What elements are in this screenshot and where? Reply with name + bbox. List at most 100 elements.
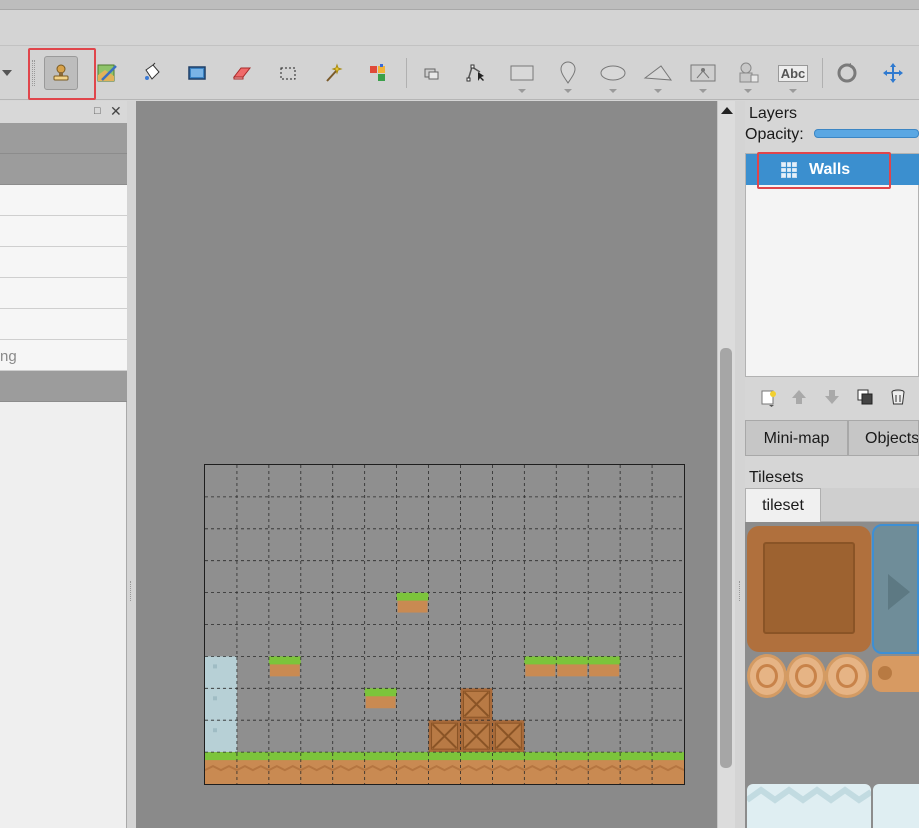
edit-polygons-button[interactable] (459, 56, 493, 90)
map-tile-ground[interactable] (300, 752, 334, 784)
splitter-grip (739, 581, 741, 601)
map-tile-ground[interactable] (555, 752, 589, 784)
map-tile-ice[interactable] (205, 720, 237, 753)
map-tile-ground[interactable] (523, 752, 557, 784)
map-tile-grass[interactable] (364, 688, 397, 709)
tile-ice[interactable] (747, 784, 871, 828)
right-splitter[interactable] (735, 101, 745, 828)
left-splitter[interactable] (127, 101, 136, 828)
tile-log-end[interactable] (747, 654, 787, 698)
bucket-fill-button[interactable] (135, 56, 169, 90)
map-tile-crate[interactable] (460, 720, 493, 753)
map-tile-grass[interactable] (556, 656, 589, 677)
map-tile-ground[interactable] (428, 752, 461, 784)
tile-ice[interactable] (873, 784, 919, 828)
shape-fill-icon (186, 62, 208, 84)
map-tile-ground[interactable] (268, 752, 302, 784)
tile-map-canvas[interactable] (204, 464, 685, 785)
tileset-view[interactable] (745, 522, 919, 828)
map-tile-ice[interactable] (205, 688, 237, 721)
map-tile-ground[interactable] (587, 752, 621, 784)
tab-objects[interactable]: Objects (848, 420, 919, 456)
map-tile-grass[interactable] (396, 592, 429, 613)
insert-rectangle-button[interactable] (505, 56, 539, 93)
shape-fill-button[interactable] (180, 56, 214, 90)
property-group-header[interactable] (0, 154, 127, 185)
tile-crate-large[interactable] (747, 526, 871, 652)
scrollbar-thumb[interactable] (720, 348, 732, 768)
property-row[interactable] (0, 309, 127, 340)
map-tile-grass[interactable] (524, 656, 557, 677)
map-tile-ground[interactable] (491, 752, 525, 784)
lower-layer-button[interactable] (824, 389, 842, 407)
map-tile-grass[interactable] (268, 656, 301, 677)
edit-polygons-icon (465, 62, 487, 84)
rotate-button[interactable] (830, 56, 864, 90)
rect-select-button[interactable] (271, 56, 305, 90)
tile-log-end[interactable] (825, 654, 869, 698)
map-tile-ground[interactable] (460, 752, 493, 784)
arrow-down-icon (824, 390, 840, 408)
select-objects-button[interactable] (415, 56, 449, 90)
toolbar-overflow-arrow-icon[interactable] (2, 70, 12, 76)
bucket-fill-icon (141, 62, 163, 84)
move-button[interactable] (876, 56, 910, 90)
select-same-tile-button[interactable] (361, 56, 395, 90)
raise-layer-button[interactable] (791, 389, 809, 407)
map-tile-ice[interactable] (205, 656, 237, 689)
float-panel-icon[interactable]: □ (94, 105, 101, 117)
map-tile-ground[interactable] (651, 752, 684, 784)
property-row[interactable] (0, 185, 127, 216)
map-tile-crate[interactable] (428, 720, 461, 753)
tile-log-end[interactable] (786, 654, 826, 698)
map-tile-crate[interactable] (460, 688, 493, 721)
property-row[interactable]: ng (0, 340, 127, 371)
insert-text-button[interactable]: Abc (776, 56, 810, 93)
log-ring (756, 664, 778, 688)
insert-ellipse-button[interactable] (596, 56, 630, 93)
properties-panel-titlebar: □ ✕ (0, 101, 127, 123)
new-layer-button[interactable] (760, 389, 778, 407)
property-group-header[interactable] (0, 371, 127, 402)
tab-objects-label: Objects (865, 430, 919, 447)
splitter-grip (130, 581, 132, 601)
duplicate-layer-button[interactable] (857, 389, 875, 407)
select-objects-icon (421, 62, 443, 84)
magic-wand-icon (322, 62, 344, 84)
map-tile-crate[interactable] (492, 720, 525, 753)
insert-template-icon (736, 61, 760, 85)
insert-text-icon: Abc (777, 64, 809, 82)
opacity-slider[interactable] (814, 129, 919, 138)
eraser-button[interactable] (225, 56, 259, 90)
tab-tileset[interactable]: tileset (745, 488, 821, 522)
property-row[interactable] (0, 247, 127, 278)
map-tile-ground[interactable] (205, 752, 238, 784)
property-group-header[interactable] (0, 123, 127, 154)
map-tile-ground[interactable] (332, 752, 366, 784)
scroll-up-arrow-icon[interactable] (721, 107, 733, 114)
insert-point-button[interactable] (551, 56, 585, 93)
magic-wand-button[interactable] (316, 56, 350, 90)
map-svg[interactable] (205, 465, 684, 784)
trash-icon (890, 389, 906, 408)
insert-polygon-button[interactable] (641, 56, 675, 93)
insert-polygon-icon (643, 62, 673, 84)
terrain-brush-button[interactable] (90, 56, 124, 90)
close-icon[interactable]: ✕ (110, 103, 122, 120)
tile-log-side[interactable] (872, 656, 919, 692)
delete-layer-button[interactable] (890, 389, 908, 407)
insert-template-button[interactable] (731, 56, 765, 93)
tab-mini-map-label: Mini-map (763, 430, 830, 447)
toolbar-separator (822, 58, 823, 88)
map-tile-ground[interactable] (619, 752, 653, 784)
property-row[interactable] (0, 216, 127, 247)
insert-tile-button[interactable] (686, 56, 720, 93)
map-tile-grass[interactable] (588, 656, 621, 677)
map-tile-ground[interactable] (364, 752, 398, 784)
property-row[interactable] (0, 278, 127, 309)
stamp-tool-highlight (28, 48, 96, 100)
map-tile-ground[interactable] (396, 752, 429, 784)
tab-mini-map[interactable]: Mini-map (745, 420, 848, 456)
tile-selected-partial[interactable] (872, 524, 919, 654)
map-tile-ground[interactable] (236, 752, 270, 784)
